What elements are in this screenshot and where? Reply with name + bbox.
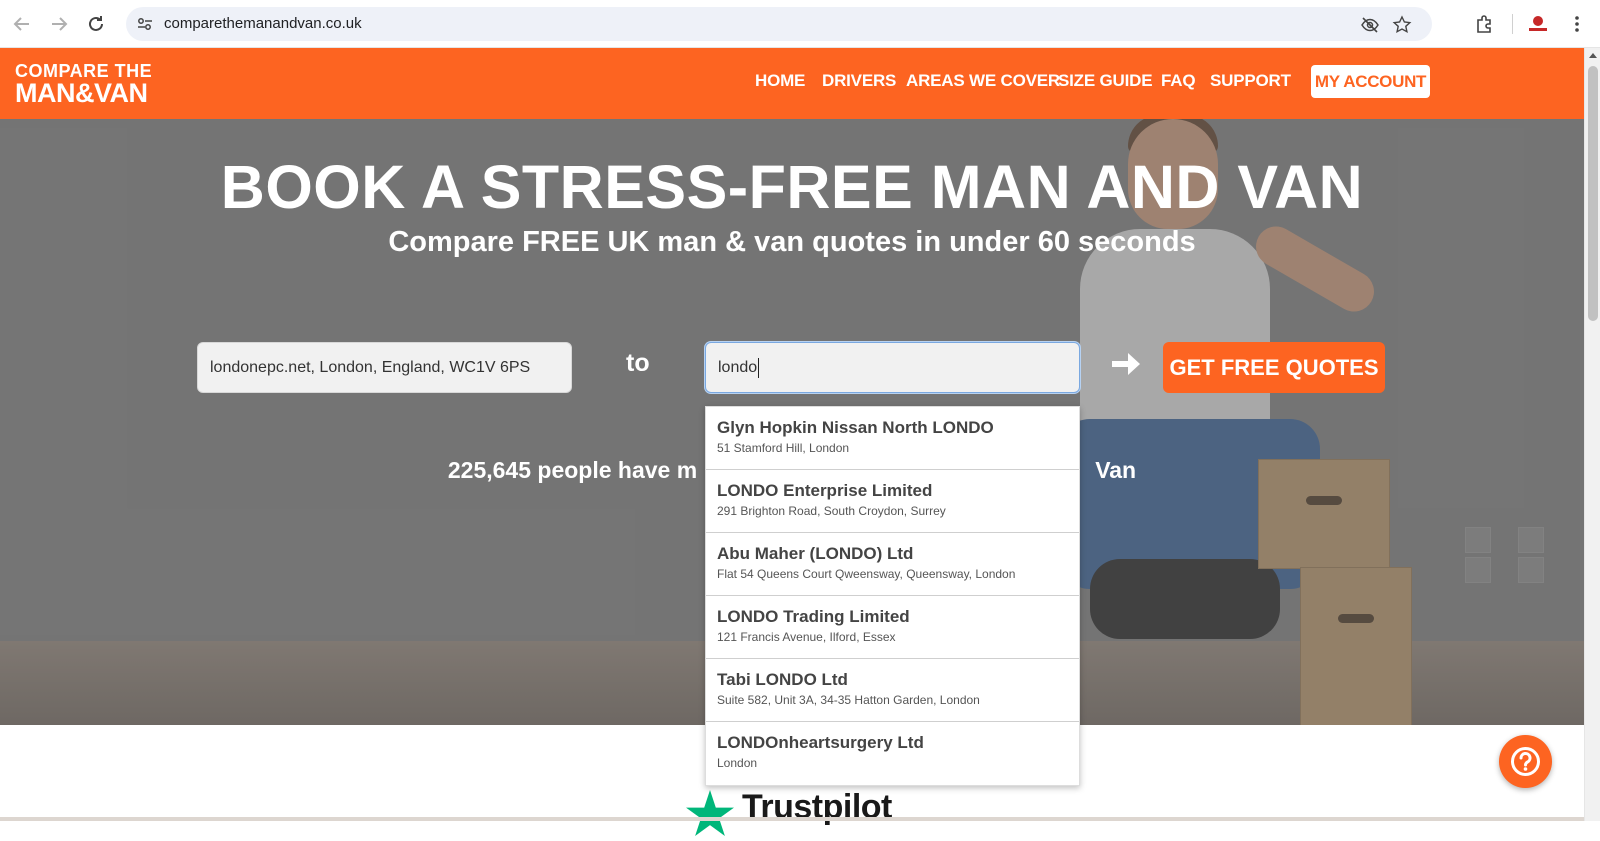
- to-label: to: [626, 349, 650, 377]
- suggestion-item[interactable]: Tabi LONDO Ltd Suite 582, Unit 3A, 34-35…: [706, 659, 1079, 722]
- page-scrollbar[interactable]: [1584, 48, 1600, 821]
- suggestion-name: LONDO Trading Limited: [717, 607, 910, 626]
- trustpilot-text: Trustpilot: [742, 788, 892, 826]
- logo-line2: MAN&VAN: [15, 78, 148, 108]
- nav-drivers[interactable]: DRIVERS: [822, 71, 896, 91]
- suggestion-item[interactable]: LONDO Trading Limited 121 Francis Avenue…: [706, 596, 1079, 659]
- toolbar-divider: [1512, 14, 1513, 34]
- suggestion-name: Abu Maher (LONDO) Ltd: [717, 544, 914, 563]
- eye-slash-icon[interactable]: [1360, 15, 1380, 35]
- suggestion-item[interactable]: LONDOnheartsurgery Ltd London: [706, 722, 1079, 785]
- suggestion-address: London: [717, 756, 758, 770]
- people-stat-left: 225,645 people have m: [447, 457, 698, 483]
- suggestion-address: Suite 582, Unit 3A, 34-35 Hatton Garden,…: [717, 693, 980, 707]
- to-address-value: londo: [718, 359, 758, 376]
- suggestion-name: Tabi LONDO Ltd: [717, 670, 848, 689]
- back-arrow-icon[interactable]: [10, 12, 34, 36]
- suggestion-name: Glyn Hopkin Nissan North LONDO: [717, 418, 994, 437]
- nav-home[interactable]: HOME: [755, 71, 805, 91]
- profile-avatar-icon[interactable]: [1527, 14, 1549, 34]
- get-free-quotes-button[interactable]: GET FREE QUOTES: [1163, 342, 1385, 393]
- nav-size-guide[interactable]: SIZE GUIDE: [1058, 71, 1153, 91]
- trustpilot-star-icon: [686, 790, 734, 836]
- nav-faq[interactable]: FAQ: [1161, 71, 1196, 91]
- address-suggestions-dropdown: Glyn Hopkin Nissan North LONDO 51 Stamfo…: [705, 406, 1080, 786]
- browser-toolbar: comparethemanandvan.co.uk: [0, 0, 1600, 48]
- suggestion-item[interactable]: Abu Maher (LONDO) Ltd Flat 54 Queens Cou…: [706, 533, 1079, 596]
- question-mark-icon: [1511, 747, 1540, 776]
- puzzle-icon[interactable]: [1474, 13, 1496, 35]
- url-text[interactable]: comparethemanandvan.co.uk: [164, 15, 362, 32]
- suggestion-name: LONDOnheartsurgery Ltd: [717, 733, 924, 752]
- site-logo[interactable]: COMPARE THE MAN&VAN: [15, 62, 152, 108]
- bottom-edge: [0, 817, 1584, 821]
- suggestion-name: LONDO Enterprise Limited: [717, 481, 933, 500]
- nav-support[interactable]: SUPPORT: [1210, 71, 1291, 91]
- address-bar[interactable]: comparethemanandvan.co.uk: [126, 7, 1432, 41]
- to-address-input[interactable]: londo: [705, 342, 1080, 393]
- site-settings-icon[interactable]: [136, 15, 154, 33]
- right-arrow-icon: [1110, 347, 1142, 381]
- text-caret: [758, 357, 760, 378]
- suggestion-item[interactable]: LONDO Enterprise Limited 291 Brighton Ro…: [706, 470, 1079, 533]
- suggestion-address: 51 Stamford Hill, London: [717, 441, 850, 455]
- suggestion-address: 291 Brighton Road, South Croydon, Surrey: [717, 504, 946, 518]
- site-header: COMPARE THE MAN&VAN HOME DRIVERS AREAS W…: [0, 48, 1584, 119]
- kebab-menu-icon[interactable]: [1566, 13, 1588, 35]
- suggestion-item[interactable]: Glyn Hopkin Nissan North LONDO 51 Stamfo…: [706, 407, 1079, 470]
- people-stat-right: Van: [1095, 457, 1137, 483]
- scroll-up-arrow-icon[interactable]: [1589, 53, 1597, 58]
- hero-subtitle: Compare FREE UK man & van quotes in unde…: [388, 226, 1196, 258]
- hero-title: BOOK A STRESS-FREE MAN AND VAN: [220, 153, 1364, 221]
- reload-icon[interactable]: [84, 12, 108, 36]
- scrollbar-thumb[interactable]: [1588, 66, 1598, 321]
- suggestion-address: Flat 54 Queens Court Qweensway, Queenswa…: [717, 567, 1016, 581]
- star-icon[interactable]: [1392, 15, 1412, 35]
- suggestion-address: 121 Francis Avenue, Ilford, Essex: [717, 630, 896, 644]
- nav-areas-we-cover[interactable]: AREAS WE COVER: [906, 71, 1060, 91]
- forward-arrow-icon[interactable]: [47, 12, 71, 36]
- from-address-input[interactable]: londonepc.net, London, England, WC1V 6PS: [197, 342, 572, 393]
- help-chat-button[interactable]: [1499, 735, 1552, 788]
- my-account-button[interactable]: MY ACCOUNT: [1311, 65, 1430, 98]
